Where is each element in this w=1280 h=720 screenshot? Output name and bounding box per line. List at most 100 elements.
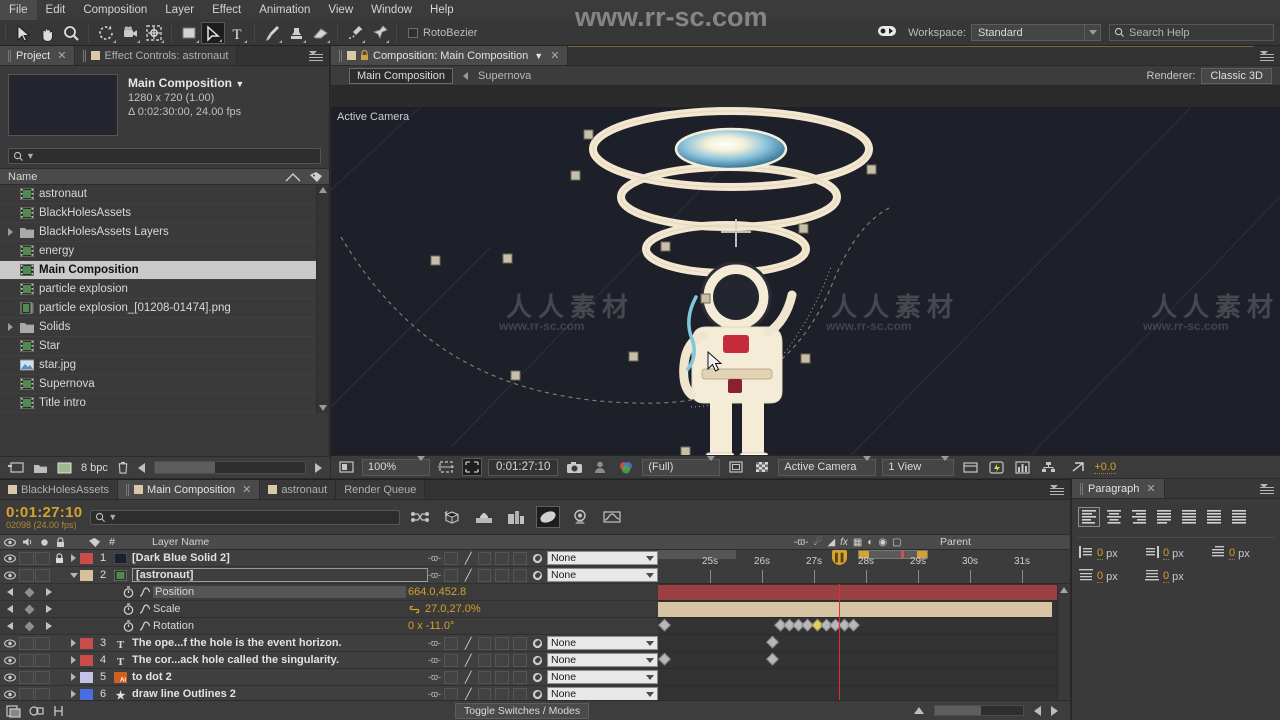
comp-flowchart-icon[interactable] bbox=[1038, 458, 1058, 476]
align-center-icon[interactable] bbox=[1103, 507, 1125, 527]
stopwatch-icon[interactable] bbox=[120, 620, 136, 632]
switch-cell[interactable] bbox=[513, 670, 527, 684]
quality-toggle[interactable]: ╱ bbox=[462, 637, 475, 650]
layer-parent-cell[interactable]: None bbox=[528, 636, 658, 650]
collapse-toggle[interactable] bbox=[444, 551, 458, 565]
layer-visibility-toggle[interactable] bbox=[0, 655, 19, 665]
paragraph-alignment-buttons[interactable] bbox=[1078, 507, 1274, 527]
property-value[interactable]: 0 x -11.0° bbox=[408, 620, 454, 632]
collapse-toggle[interactable] bbox=[444, 568, 458, 582]
channel-rgb-icon[interactable] bbox=[616, 458, 636, 476]
tab-astronaut[interactable]: astronaut bbox=[260, 480, 337, 499]
timeline-ruler[interactable]: 25s 26s 27s 28s 29s 30s 31s ▌▌ bbox=[658, 550, 1070, 584]
label-tag-icon[interactable] bbox=[309, 171, 323, 183]
layer-parent-cell[interactable]: None bbox=[528, 568, 658, 582]
switch-cell[interactable] bbox=[495, 568, 510, 582]
project-search-input[interactable]: ▼ bbox=[8, 148, 321, 164]
layer-audio-toggle[interactable] bbox=[19, 568, 34, 582]
disclosure-triangle-icon[interactable] bbox=[6, 228, 15, 236]
layer-switches[interactable]: -ϖ- ╱ bbox=[428, 551, 528, 565]
layer-switches[interactable]: -ϖ- ╱ bbox=[428, 636, 528, 650]
snapshot-camera-icon[interactable] bbox=[564, 458, 584, 476]
grid-guides-icon[interactable] bbox=[436, 458, 456, 476]
quality-toggle[interactable]: ╱ bbox=[462, 654, 475, 667]
justify-last-center-icon[interactable] bbox=[1178, 507, 1200, 527]
stopwatch-icon[interactable] bbox=[120, 586, 136, 598]
timeline-layer-row[interactable]: 3 T The ope...f the hole is the event hori… bbox=[0, 635, 658, 652]
layer-label-color[interactable] bbox=[80, 637, 93, 649]
layer-name-cell[interactable]: [Dark Blue Solid 2] bbox=[113, 552, 428, 564]
scroll-right-arrow-tl[interactable] bbox=[1051, 705, 1058, 716]
timeline-current-time-group[interactable]: 0:01:27:10 02098 (24.00 fps) bbox=[6, 505, 82, 530]
timeline-horizontal-scrollbar[interactable] bbox=[934, 705, 1024, 716]
menu-item-help[interactable]: Help bbox=[421, 0, 463, 20]
delete-icon[interactable] bbox=[117, 461, 129, 474]
layer-name[interactable]: [astronaut] bbox=[132, 568, 428, 582]
layer-switches[interactable]: -ϖ- ╱ bbox=[428, 653, 528, 667]
project-item[interactable]: Solids bbox=[0, 318, 329, 337]
transparency-grid-icon[interactable] bbox=[752, 458, 772, 476]
menu-item-edit[interactable]: Edit bbox=[37, 0, 75, 20]
project-item[interactable]: particle explosion_[01208-01474].png bbox=[0, 299, 329, 318]
justify-last-left-icon[interactable] bbox=[1153, 507, 1175, 527]
indent-left-value[interactable]: 0 bbox=[1097, 547, 1104, 560]
layer-parent-dropdown[interactable]: None bbox=[547, 551, 658, 565]
layer-name-cell[interactable]: T The cor...ack hole called the singulari… bbox=[113, 654, 428, 666]
scroll-left-arrow[interactable] bbox=[137, 462, 145, 473]
rotobezier-checkbox[interactable] bbox=[408, 27, 418, 38]
new-folder-icon[interactable] bbox=[33, 462, 48, 474]
scroll-up-arrow[interactable] bbox=[914, 707, 924, 714]
switch-cell[interactable] bbox=[477, 670, 492, 684]
indent-first-line-value[interactable]: 0 bbox=[1229, 547, 1236, 560]
layer-solo-toggle[interactable] bbox=[35, 687, 50, 701]
rotation-tool-icon[interactable] bbox=[94, 22, 118, 44]
camera-tool-icon[interactable] bbox=[118, 22, 142, 44]
layer-audio-toggle[interactable] bbox=[19, 653, 34, 667]
menu-item-file[interactable]: File bbox=[0, 0, 37, 20]
layer-audio-toggle[interactable] bbox=[19, 687, 34, 701]
keyframe-marker[interactable] bbox=[766, 652, 779, 666]
exposure-reset-icon[interactable] bbox=[1068, 458, 1088, 476]
stopwatch-icon[interactable] bbox=[120, 603, 136, 615]
indent-right-field[interactable]: 0 px bbox=[1144, 545, 1206, 562]
live-update-icon[interactable] bbox=[408, 506, 432, 528]
layer-duration-bar[interactable] bbox=[658, 602, 1052, 617]
space-before-field[interactable]: 0 px bbox=[1078, 568, 1140, 585]
layer-disclosure-triangle[interactable] bbox=[67, 572, 80, 578]
pickwhip-icon[interactable] bbox=[532, 672, 543, 683]
timeline-layer-row[interactable]: 4 T The cor...ack hole called the singular… bbox=[0, 652, 658, 669]
composition-panel-menu[interactable] bbox=[1254, 46, 1280, 65]
project-item[interactable]: Star bbox=[0, 337, 329, 356]
bit-depth-label[interactable]: 8 bpc bbox=[81, 462, 108, 474]
composition-viewer[interactable]: Active Camera 人人素材 www.rr-sc.com 人人素材 ww… bbox=[331, 107, 1280, 455]
close-icon[interactable]: ✕ bbox=[1146, 482, 1155, 495]
property-name[interactable]: Scale bbox=[153, 603, 406, 615]
resolution-dropdown[interactable]: (Full) bbox=[642, 456, 721, 476]
menu-item-composition[interactable]: Composition bbox=[74, 0, 156, 20]
close-icon[interactable]: ✕ bbox=[242, 483, 251, 496]
switch-cell[interactable] bbox=[495, 687, 510, 701]
timeline-panel-menu[interactable] bbox=[1044, 480, 1070, 499]
prev-keyframe-arrow[interactable] bbox=[6, 588, 13, 596]
project-item[interactable]: star.jpg bbox=[0, 356, 329, 375]
toggle-switches-modes-button[interactable]: Toggle Switches / Modes bbox=[455, 702, 590, 719]
layer-solo-toggle[interactable] bbox=[35, 653, 50, 667]
layer-visibility-toggle[interactable] bbox=[0, 689, 19, 699]
effects-switch-icon[interactable] bbox=[568, 506, 592, 528]
layer-parent-cell[interactable]: None bbox=[528, 670, 658, 684]
layer-name[interactable]: The cor...ack hole called the singularit… bbox=[132, 654, 339, 666]
new-comp-icon[interactable] bbox=[8, 461, 24, 474]
switch-cell[interactable] bbox=[495, 653, 510, 667]
space-after-field[interactable]: 0 px bbox=[1144, 568, 1206, 585]
tab-main-composition[interactable]: Main Composition ✕ bbox=[118, 480, 261, 499]
project-panel-menu[interactable] bbox=[303, 46, 329, 65]
collapse-toggle[interactable] bbox=[444, 670, 458, 684]
zoom-tool-icon[interactable] bbox=[59, 22, 83, 44]
timeline-layer-row[interactable]: 2 [astronaut] -ϖ- ╱ None bbox=[0, 567, 658, 584]
layer-parent-cell[interactable]: None bbox=[528, 653, 658, 667]
switch-cell[interactable] bbox=[477, 568, 492, 582]
keyframe-marker[interactable] bbox=[847, 618, 860, 632]
flyout-menu-icon[interactable] bbox=[1050, 484, 1064, 495]
shy-toggle[interactable]: -ϖ- bbox=[428, 553, 441, 563]
roto-brush-tool-icon[interactable] bbox=[343, 22, 367, 44]
